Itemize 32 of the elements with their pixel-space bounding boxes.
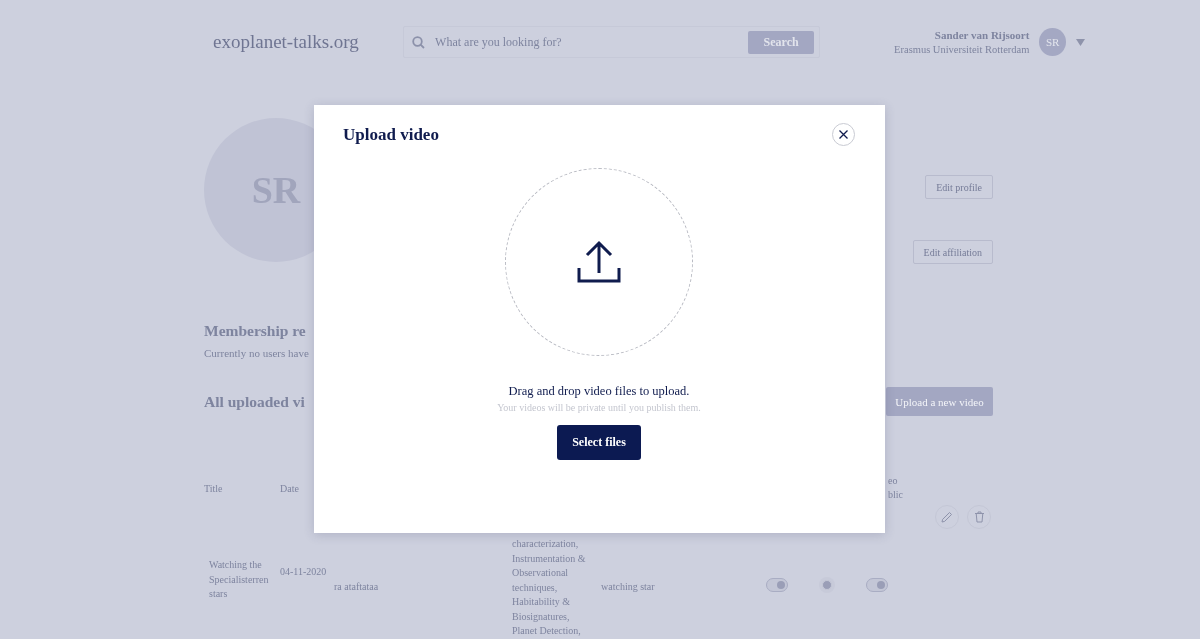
pencil-icon: [941, 511, 953, 523]
section-heading: All uploaded vi: [204, 392, 305, 411]
section-heading: Membership re: [204, 322, 307, 340]
column-header: Title: [204, 482, 224, 494]
table-cell-text: Watching the Specialisterren stars: [209, 558, 270, 601]
user-avatar[interactable]: SR: [1039, 28, 1066, 56]
radio-button[interactable]: [822, 580, 832, 590]
search-field[interactable]: What are you looking for? Search: [403, 26, 821, 58]
column-header: Date: [280, 482, 300, 494]
close-button[interactable]: [832, 123, 855, 146]
table-cell-text: characterization, Instrumentation & Observational techniques, Habitability & Biosignatures, Planet Detection,: [512, 537, 587, 638]
toggle-switch[interactable]: [766, 578, 788, 592]
search-button[interactable]: Search: [748, 30, 815, 54]
table-cell-text: ra ataftataa: [334, 580, 380, 594]
upload-prompt: Drag and drop video files to upload.: [508, 384, 690, 399]
empty-message: Currently no users have: [204, 347, 310, 359]
search-icon: [412, 35, 426, 49]
toggle-switch[interactable]: [866, 578, 888, 592]
table-cell-text: 04-11-2020: [280, 565, 328, 579]
upload-video-button[interactable]: Upload a new video: [886, 387, 993, 416]
upload-icon: [577, 240, 621, 284]
caret-icon[interactable]: [1076, 38, 1085, 46]
edit-profile-button[interactable]: Edit profile: [925, 175, 993, 199]
site-logo[interactable]: exoplanet-talks.org: [213, 31, 404, 53]
user-name: Sander van Rijsoort: [934, 29, 1030, 41]
select-files-button[interactable]: Select files: [557, 425, 641, 460]
table-cell-text: watching star: [601, 580, 656, 594]
close-icon: [839, 130, 848, 139]
user-affiliation: Erasmus Universiteit Rotterdam: [894, 44, 1030, 55]
edit-affiliation-button[interactable]: Edit affiliation: [912, 240, 993, 264]
column-header: eo blic: [888, 474, 904, 502]
trash-icon: [973, 511, 985, 523]
